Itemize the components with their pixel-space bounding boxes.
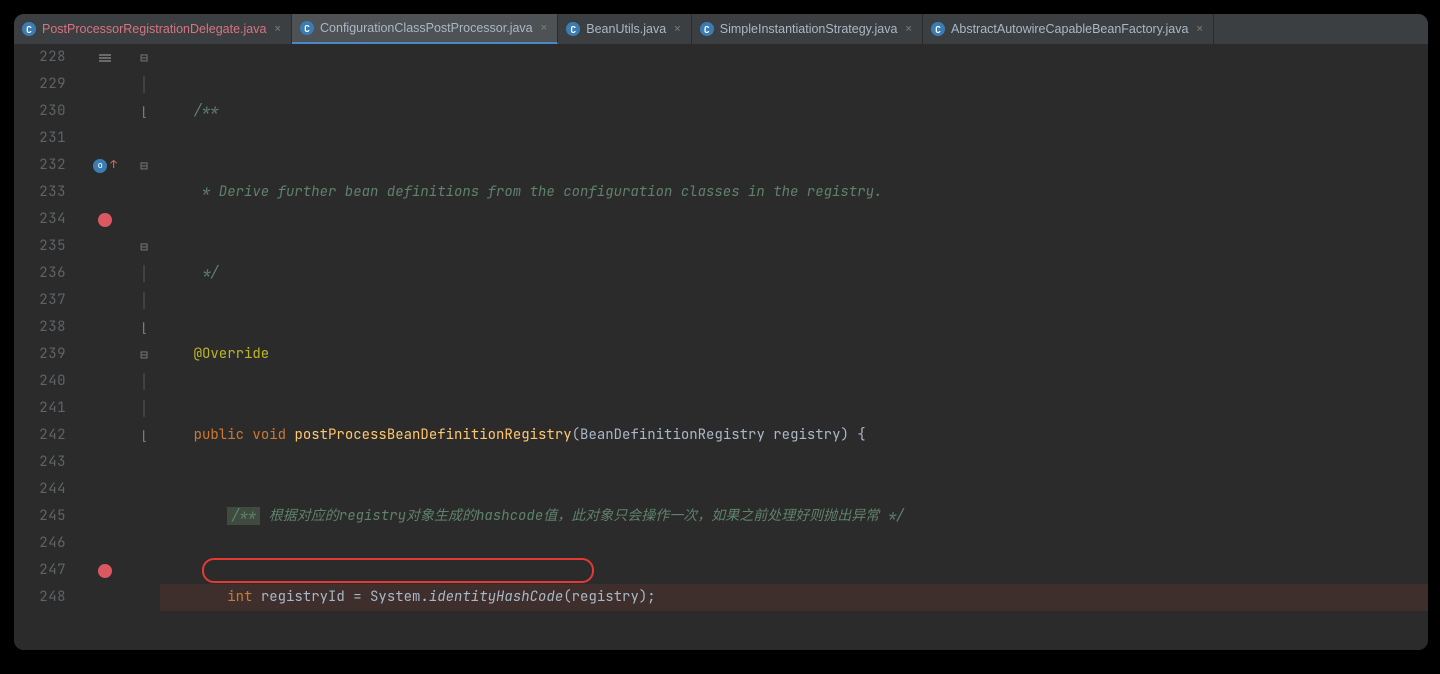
code-line: @Override	[160, 341, 1428, 368]
line-number: 229	[14, 71, 66, 98]
line-number: 233	[14, 179, 66, 206]
tab-bar: C PostProcessorRegistrationDelegate.java…	[14, 14, 1428, 44]
tab-label: BeanUtils.java	[586, 22, 666, 36]
line-number: 243	[14, 449, 66, 476]
line-number: 231	[14, 125, 66, 152]
line-number: 236	[14, 260, 66, 287]
java-class-icon: C	[22, 22, 36, 36]
fold-gutter: ⊟ │ ⌊ ⊟ ⊟ │ │ ⌊ ⊟ │ │ ⌊	[134, 44, 154, 650]
code-line: */	[160, 260, 1428, 287]
line-number: 247	[14, 557, 66, 584]
fold-guide: │	[140, 267, 148, 280]
tab-label: PostProcessorRegistrationDelegate.java	[42, 22, 266, 36]
close-icon[interactable]: ✕	[905, 22, 912, 36]
fold-end-icon: ⌊	[140, 429, 148, 442]
line-number: 238	[14, 314, 66, 341]
breakpoint-icon[interactable]	[98, 564, 112, 578]
fold-toggle-icon[interactable]: ⊟	[140, 240, 148, 253]
code-editor[interactable]: 228 229 230 231 232 233 234 235 236 237 …	[14, 44, 1428, 650]
tab-configurationclasspostprocessor[interactable]: C ConfigurationClassPostProcessor.java ✕	[292, 14, 558, 44]
tab-beanutils[interactable]: C BeanUtils.java ✕	[558, 14, 692, 44]
code-line: * Derive further bean definitions from t…	[160, 179, 1428, 206]
line-number: 237	[14, 287, 66, 314]
code-line: int registryId = System.identityHashCode…	[160, 584, 1428, 611]
fold-toggle-icon[interactable]: ⊟	[140, 51, 148, 64]
highlight-annotation	[202, 558, 594, 583]
fold-toggle-icon[interactable]: ⊟	[140, 159, 148, 172]
java-class-icon: C	[700, 22, 714, 36]
code-line: public void postProcessBeanDefinitionReg…	[160, 422, 1428, 449]
close-icon[interactable]: ✕	[1196, 22, 1203, 36]
editor-window: C PostProcessorRegistrationDelegate.java…	[14, 14, 1428, 650]
code-area[interactable]: /** * Derive further bean definitions fr…	[154, 44, 1428, 650]
tab-label: AbstractAutowireCapableBeanFactory.java	[951, 22, 1188, 36]
tab-label: SimpleInstantiationStrategy.java	[720, 22, 898, 36]
close-icon[interactable]: ✕	[541, 21, 548, 35]
gutter-icons: o↑	[76, 44, 134, 650]
line-number: 234	[14, 206, 66, 233]
line-number: 235	[14, 233, 66, 260]
code-line: /**	[160, 98, 1428, 125]
line-number: 244	[14, 476, 66, 503]
java-class-icon: C	[566, 22, 580, 36]
fold-guide: │	[140, 402, 148, 415]
fold-end-icon: ⌊	[140, 105, 148, 118]
tab-postprocessorregistrationdelegate[interactable]: C PostProcessorRegistrationDelegate.java…	[14, 14, 292, 44]
line-number: 248	[14, 584, 66, 611]
line-number: 239	[14, 341, 66, 368]
close-icon[interactable]: ✕	[274, 22, 281, 36]
tab-label: ConfigurationClassPostProcessor.java	[320, 21, 533, 35]
code-line: /** 根据对应的registry对象生成的hashcode值，此对象只会操作一…	[160, 503, 1428, 530]
java-class-icon: C	[300, 21, 314, 35]
line-number: 230	[14, 98, 66, 125]
line-number: 232	[14, 152, 66, 179]
tab-simpleinstantiationstrategy[interactable]: C SimpleInstantiationStrategy.java ✕	[692, 14, 923, 44]
line-number: 245	[14, 503, 66, 530]
java-class-icon: C	[931, 22, 945, 36]
line-number: 242	[14, 422, 66, 449]
override-gutter-icon[interactable]: o↑	[93, 152, 117, 179]
line-number: 228	[14, 44, 66, 71]
line-number: 240	[14, 368, 66, 395]
line-number: 246	[14, 530, 66, 557]
close-icon[interactable]: ✕	[674, 22, 681, 36]
fold-guide: │	[140, 375, 148, 388]
fold-end-icon: ⌊	[140, 321, 148, 334]
line-number: 241	[14, 395, 66, 422]
collapse-all-icon[interactable]	[97, 51, 113, 65]
fold-toggle-icon[interactable]: ⊟	[140, 348, 148, 361]
line-number-gutter: 228 229 230 231 232 233 234 235 236 237 …	[14, 44, 76, 650]
fold-guide: │	[140, 294, 148, 307]
fold-guide: │	[140, 78, 148, 91]
tab-abstractautowirecapablebeanfactory[interactable]: C AbstractAutowireCapableBeanFactory.jav…	[923, 14, 1214, 44]
breakpoint-icon[interactable]	[98, 213, 112, 227]
